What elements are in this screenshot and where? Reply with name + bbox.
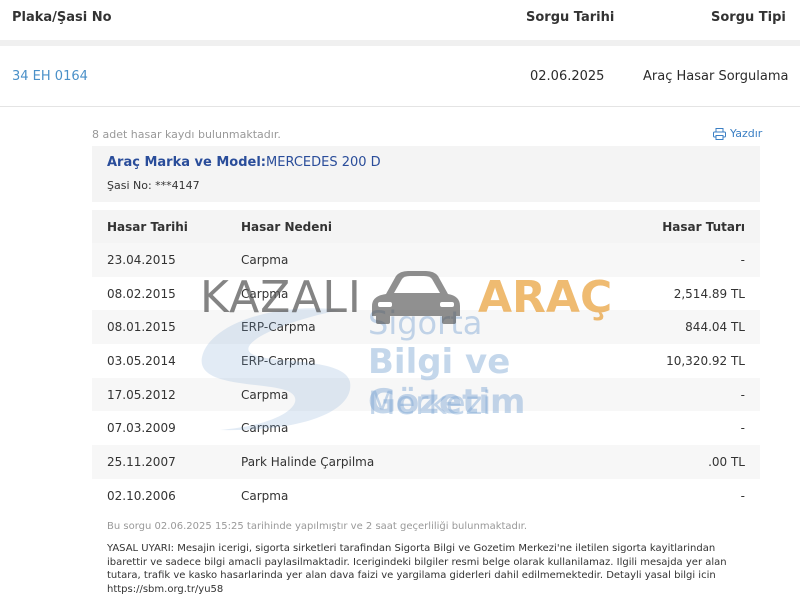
row-date: 07.03.2009 (107, 421, 176, 436)
row-reason: ERP-Carpma (241, 320, 316, 335)
print-label: Yazdır (730, 127, 763, 140)
model-label: Araç Marka ve Model: (107, 155, 267, 170)
table-body: 23.04.2015 Carpma - 08.02.2015 Carpma 2,… (92, 243, 760, 513)
legal-warning: YASAL UYARI: Mesajin icerigi, sigorta si… (107, 543, 727, 595)
table-row: 08.02.2015 Carpma 2,514.89 TL (92, 277, 760, 311)
model-value: MERCEDES 200 D (266, 155, 381, 170)
row-amount: .00 TL (708, 454, 745, 469)
table-row: 17.05.2012 Carpma - (92, 377, 760, 412)
row-date: 17.05.2012 (107, 387, 176, 402)
query-type: Araç Hasar Sorgulama (643, 69, 789, 84)
row-amount: - (740, 421, 745, 436)
damage-table: Hasar Tarihi Hasar Nedeni Hasar Tutarı 2… (92, 210, 760, 513)
vehicle-card: Araç Marka ve Model:MERCEDES 200 D Şasi … (92, 146, 760, 202)
col-date-header: Sorgu Tarihi (526, 10, 615, 25)
row-reason: Carpma (241, 421, 289, 436)
row-amount: 2,514.89 TL (673, 286, 745, 301)
table-row: 07.03.2009 Carpma - (92, 411, 760, 445)
row-amount: 844.04 TL (685, 320, 745, 335)
table-row: 08.01.2015 ERP-Carpma 844.04 TL (92, 310, 760, 345)
row-reason: Carpma (241, 488, 289, 503)
row-reason: Carpma (241, 252, 289, 267)
col-plate-header: Plaka/Şasi No (12, 10, 112, 25)
header-damage-amount: Hasar Tutarı (662, 219, 745, 234)
record-count: 8 adet hasar kaydı bulunmaktadır. (92, 128, 281, 141)
table-header: Hasar Tarihi Hasar Nedeni Hasar Tutarı (92, 210, 760, 243)
plate-link[interactable]: 34 EH 0164 (12, 69, 88, 84)
query-row[interactable]: 34 EH 0164 02.06.2025 Araç Hasar Sorgula… (0, 56, 800, 107)
row-date: 03.05.2014 (107, 353, 176, 368)
results-header: Plaka/Şasi No Sorgu Tarihi Sorgu Tipi (0, 0, 800, 46)
printer-icon (713, 127, 726, 140)
row-reason: Carpma (241, 387, 289, 402)
header-damage-date: Hasar Tarihi (107, 219, 188, 234)
header-damage-reason: Hasar Nedeni (241, 219, 333, 234)
chassis-value: ***4147 (155, 179, 200, 192)
col-type-header: Sorgu Tipi (711, 10, 786, 25)
validity-note: Bu sorgu 02.06.2025 15:25 tarihinde yapı… (107, 521, 528, 532)
table-row: 03.05.2014 ERP-Carpma 10,320.92 TL (92, 344, 760, 378)
row-date: 25.11.2007 (107, 454, 176, 469)
vehicle-chassis: Şasi No: ***4147 (107, 179, 200, 192)
row-date: 08.02.2015 (107, 286, 176, 301)
chassis-label: Şasi No: (107, 179, 152, 192)
vehicle-model: Araç Marka ve Model:MERCEDES 200 D (107, 155, 381, 170)
print-button[interactable]: Yazdır (713, 127, 762, 140)
row-amount: 10,320.92 TL (666, 353, 745, 368)
table-row: 25.11.2007 Park Halinde Çarpilma .00 TL (92, 445, 760, 479)
row-date: 08.01.2015 (107, 320, 176, 335)
row-date: 23.04.2015 (107, 252, 176, 267)
query-date: 02.06.2025 (530, 69, 605, 84)
row-amount: - (740, 387, 745, 402)
row-amount: - (740, 488, 745, 503)
row-reason: Carpma (241, 286, 289, 301)
row-amount: - (740, 252, 745, 267)
row-reason: Park Halinde Çarpilma (241, 454, 375, 469)
row-date: 02.10.2006 (107, 488, 176, 503)
table-row: 23.04.2015 Carpma - (92, 243, 760, 277)
row-reason: ERP-Carpma (241, 353, 316, 368)
table-row: 02.10.2006 Carpma - (92, 479, 760, 513)
